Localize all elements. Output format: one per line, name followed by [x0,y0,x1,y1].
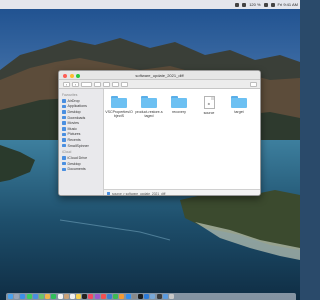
search-button[interactable] [250,81,257,87]
dock-app-app-store[interactable] [125,294,131,299]
cloud-icon [62,156,66,160]
sidebar-item-label: Desktop [67,109,81,114]
sidebar-item-label: Desktop [67,161,81,166]
dock-app-podcasts[interactable] [94,294,100,299]
status-text: 120 % [249,2,261,7]
file-item[interactable]: target [225,96,253,114]
file-name: source [203,111,215,115]
pictures-icon [62,132,66,137]
dock-app-tv[interactable] [82,294,88,299]
file-name: VSCProperties/ObjectS [105,110,133,119]
sidebar-item-label: Downloads [67,115,86,120]
file-browser: VSCProperties/ObjectS product-restore-st… [104,89,260,189]
downloads-icon [62,115,66,120]
sidebar-item-label: Applications [67,104,87,109]
dock-app-pages[interactable] [119,294,125,299]
dock-app-settings[interactable] [131,294,137,299]
dock-app-maps[interactable] [38,294,44,299]
view-mode-button[interactable] [81,81,92,87]
file-name: recovery [172,110,186,114]
battery-icon[interactable] [242,2,247,7]
menu-bar: 120 % Fri 9:41 AM [0,0,300,9]
path-bar[interactable]: source > software_update_2021_diff [104,189,260,196]
dock-app-keynote[interactable] [107,294,112,299]
dock-app-preview[interactable] [150,294,156,299]
folder-icon [107,192,110,195]
dock [6,293,296,300]
folder-icon [141,96,157,108]
music-icon [62,127,66,131]
dock-app-photos[interactable] [45,294,51,299]
finder-toolbar: ‹ › [59,80,260,89]
folder-icon [231,96,247,108]
sidebar-item-label: Movies [67,121,79,126]
recents-icon [62,138,66,142]
sidebar-item-label: AirDrop [67,98,80,103]
sidebar-item-smallspinner[interactable]: SmallSpinner [62,143,100,149]
file-item[interactable]: VSCProperties/ObjectS [105,96,133,119]
folder-icon [171,96,187,108]
sidebar-item-label: Music [67,126,77,131]
dock-app-music[interactable] [88,294,94,299]
sidebar-item-icloud-documents[interactable]: Documents [62,167,100,173]
dock-app-facetime[interactable] [51,294,57,299]
dock-app-calendar[interactable] [57,294,63,299]
folder-icon [111,96,127,108]
window-titlebar[interactable]: software_update_2021_diff [59,71,260,80]
forward-button[interactable]: › [72,81,79,87]
desktop: 120 % Fri 9:41 AM software_update_2021_d… [0,0,300,300]
sidebar-item-label: Recents [67,137,81,142]
search-icon[interactable] [263,2,268,7]
dock-app-numbers[interactable] [113,294,119,299]
file-item[interactable]: ⚙ source [195,96,223,115]
dock-app-messages[interactable] [26,294,32,299]
dock-app-safari[interactable] [20,294,26,299]
document-icon: ⚙ [203,96,215,109]
document-icon [62,167,66,172]
sidebar-item-label: iCloud Drive [67,156,88,161]
sidebar-item-label: SmallSpinner [67,143,89,148]
sidebar-item-label: Pictures [67,132,81,137]
dock-app-downloads-stack[interactable] [162,294,168,299]
airdrop-icon [62,99,66,103]
folder-icon [62,143,66,148]
back-button[interactable]: ‹ [63,81,70,87]
group-button[interactable] [94,81,101,87]
dock-app-xcode[interactable] [144,294,150,299]
sidebar-item-label: Documents [67,167,86,172]
applications-icon [62,104,66,109]
menu-clock[interactable]: Fri 9:41 AM [278,2,298,7]
dock-app-terminal[interactable] [137,294,143,299]
dock-app-contacts[interactable] [63,294,69,299]
file-name: target [234,110,244,114]
finder-window: software_update_2021_diff ‹ › Favourites… [58,70,261,196]
dock-app-finder[interactable] [8,294,13,299]
wifi-icon[interactable] [235,2,240,7]
dock-app-launchpad[interactable] [14,294,20,299]
action-button[interactable] [121,81,128,87]
finder-sidebar: Favourites AirDrop Applications Desktop … [59,89,104,195]
path-bar-text: source > software_update_2021_diff [112,191,166,196]
tags-button[interactable] [112,81,119,87]
movies-icon [62,121,66,125]
file-item[interactable]: recovery [165,96,193,114]
dock-app-activity-monitor[interactable] [156,294,162,299]
dock-app-news[interactable] [100,294,106,299]
dock-app-mail[interactable] [32,294,38,299]
file-name: product-restore-staged [135,110,163,119]
desktop-icon [62,110,66,114]
window-title: software_update_2021_diff [135,72,184,78]
share-button[interactable] [103,81,110,87]
desktop-icon [62,161,66,166]
dock-app-notes[interactable] [76,294,82,299]
dock-app-trash[interactable] [168,294,174,299]
dock-app-reminders[interactable] [69,294,75,299]
control-center-icon[interactable] [270,2,275,7]
file-item[interactable]: product-restore-staged [135,96,163,119]
